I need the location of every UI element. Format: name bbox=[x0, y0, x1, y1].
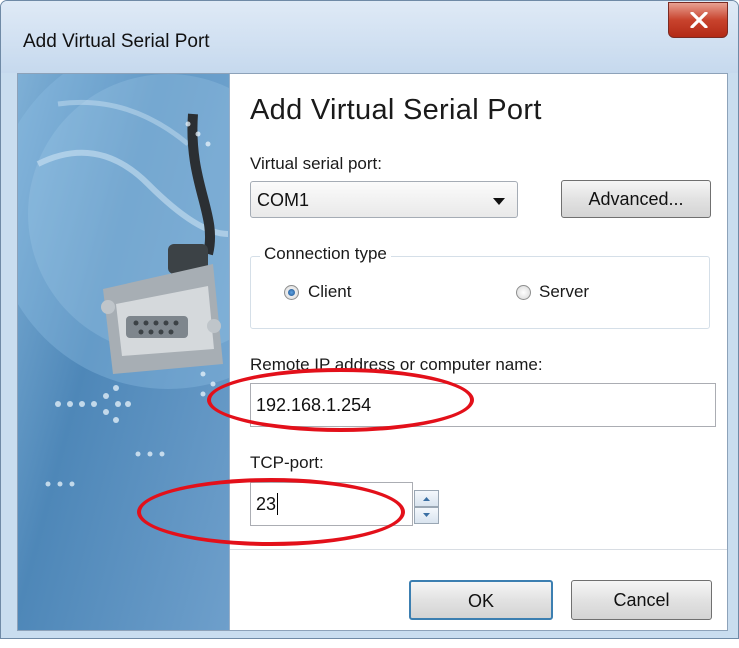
serial-connector-illustration bbox=[18, 74, 229, 487]
client-radio-label: Client bbox=[308, 282, 352, 301]
dialog-window: Add Virtual Serial Port Add Virtual Seri… bbox=[0, 0, 739, 639]
cancel-button[interactable]: Cancel bbox=[571, 580, 712, 620]
tcp-port-label: TCP-port: bbox=[250, 453, 324, 472]
spin-down-button[interactable] bbox=[414, 507, 439, 524]
client-radio[interactable] bbox=[284, 285, 299, 300]
port-select-value: COM1 bbox=[257, 190, 310, 210]
close-button[interactable] bbox=[668, 2, 728, 38]
close-icon bbox=[690, 12, 708, 28]
chevron-down-icon bbox=[423, 513, 430, 517]
server-radio[interactable] bbox=[516, 285, 531, 300]
port-select[interactable]: COM1 bbox=[250, 181, 518, 218]
connection-type-title: Connection type bbox=[260, 244, 391, 264]
dialog-client-area: Add Virtual Serial Port Virtual serial p… bbox=[17, 73, 728, 631]
dialog-heading: Add Virtual Serial Port bbox=[250, 94, 542, 126]
title-bar: Add Virtual Serial Port bbox=[1, 1, 738, 73]
banner-image bbox=[18, 74, 229, 630]
dialog-content: Add Virtual Serial Port Virtual serial p… bbox=[229, 74, 727, 630]
footer-separator bbox=[230, 549, 727, 550]
server-radio-label: Server bbox=[539, 282, 590, 301]
annotation-ellipse-tcp-port bbox=[137, 478, 405, 546]
port-label: Virtual serial port: bbox=[250, 154, 382, 173]
annotation-ellipse-remote-address bbox=[207, 368, 474, 432]
ok-button[interactable]: OK bbox=[409, 580, 553, 620]
chevron-down-icon bbox=[493, 198, 505, 205]
tcp-port-spinner[interactable] bbox=[414, 490, 439, 524]
chevron-up-icon bbox=[423, 497, 430, 501]
advanced-button[interactable]: Advanced... bbox=[561, 180, 711, 218]
spin-up-button[interactable] bbox=[414, 490, 439, 507]
window-title: Add Virtual Serial Port bbox=[23, 31, 210, 52]
